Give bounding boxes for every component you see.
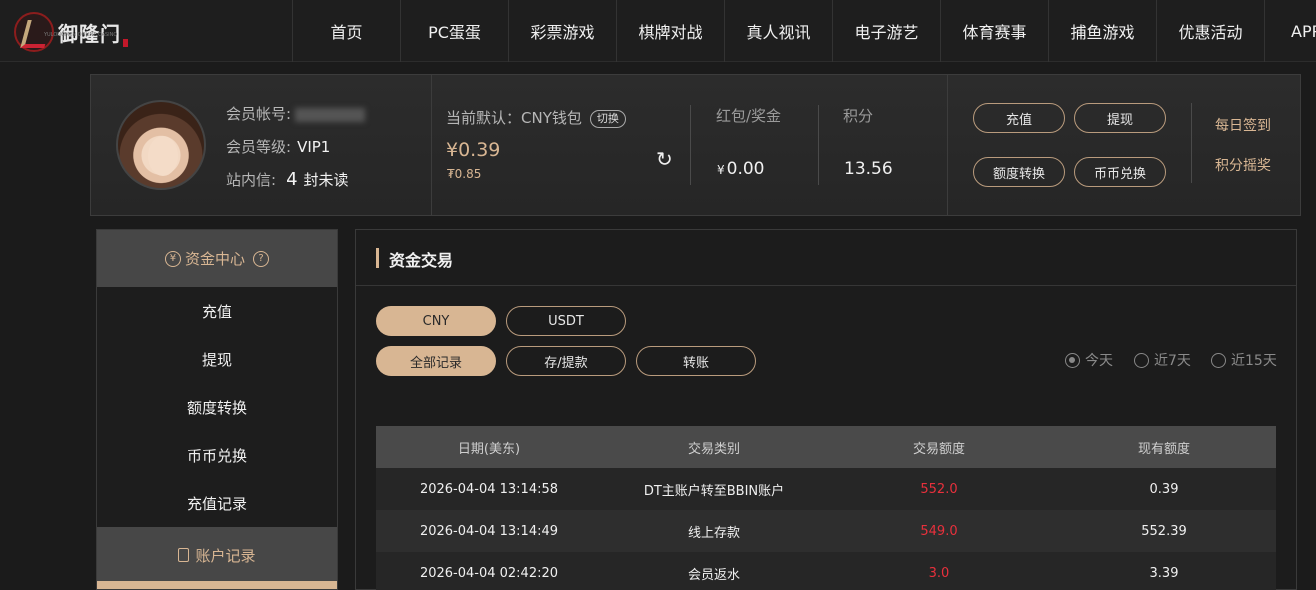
cell-amount: 552.0	[920, 481, 958, 497]
table-row: 2026-04-04 13:14:58 DT主账户转至BBIN账户 552.0 …	[376, 468, 1276, 510]
points-lottery-link[interactable]: 积分摇奖	[1215, 155, 1271, 175]
help-icon[interactable]: ?	[253, 250, 269, 267]
sidebar-active-item-indicator[interactable]	[97, 581, 337, 589]
nav-item-live-video[interactable]: 真人视讯	[724, 0, 832, 62]
cell-date: 2026-04-04 13:14:49	[419, 523, 559, 539]
cell-type: 会员返水	[687, 567, 740, 583]
inbox-suffix: 封未读	[303, 171, 349, 189]
member-panel: 会员帐号: 会员等级: VIP1 站内信: 4 封未读 当前默认：CNY钱包 切换 ¥0…	[90, 74, 1301, 216]
tab-all-records[interactable]: 全部记录	[376, 346, 496, 376]
cell-type: DT主账户转至BBIN账户	[643, 483, 785, 499]
sidebar-section-funds: ¥ 资金中心 ?	[97, 230, 337, 287]
cell-date: 2026-04-04 13:14:58	[419, 481, 559, 497]
switch-wallet-button[interactable]: 切换	[589, 109, 626, 128]
tab-currency-usdt[interactable]: USDT	[506, 306, 626, 336]
member-level: 会员等级: VIP1	[226, 136, 330, 157]
exchange-button[interactable]: 币币兑换	[1074, 157, 1166, 187]
wallet-label: 当前默认：CNY钱包 切换	[446, 107, 626, 128]
nav-item-home[interactable]: 首页	[292, 0, 400, 62]
document-icon	[178, 548, 190, 562]
cell-amount: 3.0	[928, 565, 950, 581]
refresh-icon[interactable]: ↻	[656, 149, 676, 169]
range-today-radio[interactable]: 今天	[1065, 350, 1113, 370]
nav-item-lottery[interactable]: 彩票游戏	[508, 0, 616, 62]
range-15days-radio[interactable]: 近15天	[1211, 350, 1277, 370]
daily-checkin-link[interactable]: 每日签到	[1215, 115, 1271, 135]
level-value: VIP1	[297, 138, 331, 156]
member-inbox[interactable]: 站内信: 4 封未读	[226, 169, 349, 190]
cell-balance: 552.39	[1141, 523, 1187, 539]
column-header-date: 日期(美东)	[457, 441, 521, 457]
range-7days-radio[interactable]: 近7天	[1134, 350, 1191, 370]
table-body: 2026-04-04 13:14:58 DT主账户转至BBIN账户 552.0 …	[376, 468, 1276, 590]
column-header-amount: 交易额度	[912, 441, 965, 457]
column-header-type: 交易类别	[687, 441, 740, 457]
bonus-label: 红包/奖金	[716, 107, 782, 125]
main-nav: 首页 PC蛋蛋 彩票游戏 棋牌对战 真人视讯 电子游艺 体育赛事 捕鱼游戏 优惠…	[292, 0, 1316, 62]
avatar	[116, 100, 206, 190]
divider	[690, 105, 691, 185]
wallet-balance-usdt: ₮0.85	[447, 167, 482, 181]
yen-coin-icon: ¥	[164, 250, 181, 267]
cell-type: 线上存款	[687, 525, 740, 541]
sidebar-item-deposit[interactable]: 充值	[97, 287, 337, 335]
sidebar: ¥ 资金中心 ? 充值 提现 额度转换 币币兑换 充值记录 账户记录	[96, 229, 338, 590]
divider	[947, 75, 948, 215]
nav-item-fishing[interactable]: 捕鱼游戏	[1048, 0, 1156, 62]
panel-header: 资金交易	[356, 230, 1296, 286]
nav-item-electronic-games[interactable]: 电子游艺	[832, 0, 940, 62]
points-label: 积分	[843, 107, 874, 125]
page-title: 资金交易	[389, 251, 454, 270]
divider	[431, 75, 432, 215]
brand-tagline: YULONGMEN ONLINE CASINO	[44, 32, 118, 38]
account-value-blurred	[295, 107, 366, 122]
account-label: 会员帐号:	[226, 105, 292, 123]
nav-item-chess-cards[interactable]: 棋牌对战	[616, 0, 724, 62]
nav-item-promotions[interactable]: 优惠活动	[1156, 0, 1264, 62]
nav-item-pc-egg[interactable]: PC蛋蛋	[400, 0, 508, 62]
tab-currency-cny[interactable]: CNY	[376, 306, 496, 336]
deposit-button[interactable]: 充值	[973, 103, 1065, 133]
nav-item-sports[interactable]: 体育赛事	[940, 0, 1048, 62]
bonus-value: ¥0.00	[717, 159, 765, 179]
sidebar-item-transfer[interactable]: 额度转换	[97, 383, 337, 431]
member-account: 会员帐号:	[226, 103, 366, 124]
radio-checked-icon	[1065, 352, 1080, 368]
title-accent-bar	[376, 248, 379, 268]
nav-item-app[interactable]: APP	[1264, 0, 1316, 62]
divider	[1191, 103, 1192, 183]
divider	[818, 105, 819, 185]
level-label: 会员等级:	[226, 138, 292, 156]
inbox-label: 站内信:	[226, 171, 277, 189]
points-value: 13.56	[844, 159, 893, 179]
cell-amount: 549.0	[920, 523, 958, 539]
sidebar-item-withdraw[interactable]: 提现	[97, 335, 337, 383]
table-row: 2026-04-04 02:42:20 会员返水 3.0 3.39	[376, 552, 1276, 590]
radio-unchecked-icon	[1134, 352, 1149, 368]
wallet-balance: ¥0.39	[446, 139, 501, 161]
table-header: 日期(美东) 交易类别 交易额度 现有额度	[376, 426, 1276, 468]
sidebar-item-exchange[interactable]: 币币兑换	[97, 431, 337, 479]
cell-balance: 3.39	[1149, 565, 1179, 581]
inbox-count: 4	[286, 169, 298, 190]
transfer-button[interactable]: 额度转换	[973, 157, 1065, 187]
table-row: 2026-04-04 13:14:49 线上存款 549.0 552.39	[376, 510, 1276, 552]
sidebar-item-deposit-records[interactable]: 充值记录	[97, 479, 337, 527]
main-panel: 资金交易 CNY USDT 全部记录 存/提款 转账 今天 近7天 近15天 日…	[355, 229, 1297, 590]
transaction-table: 日期(美东) 交易类别 交易额度 现有额度 2026-04-04 13:14:5…	[376, 426, 1276, 590]
cell-balance: 0.39	[1149, 481, 1179, 497]
radio-unchecked-icon	[1211, 352, 1226, 368]
sidebar-section-account-records[interactable]: 账户记录	[97, 527, 337, 583]
cell-date: 2026-04-04 02:42:20	[419, 565, 559, 581]
top-bar: 御隆门 YULONGMEN ONLINE CASINO 首页 PC蛋蛋 彩票游戏…	[0, 0, 1316, 62]
tab-transfer[interactable]: 转账	[636, 346, 756, 376]
withdraw-button[interactable]: 提现	[1074, 103, 1166, 133]
column-header-balance: 现有额度	[1137, 441, 1190, 457]
tab-deposit-withdraw[interactable]: 存/提款	[506, 346, 626, 376]
